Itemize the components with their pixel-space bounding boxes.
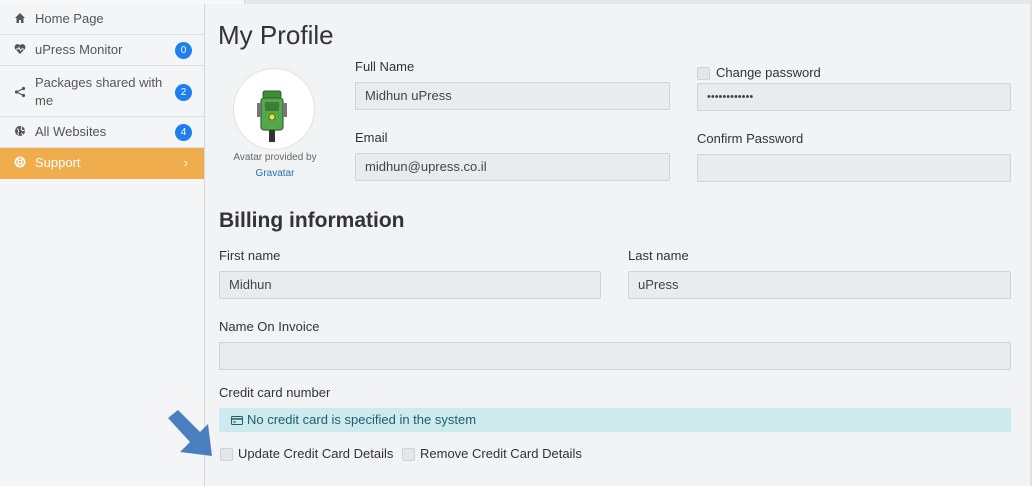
change-password-label: Change password (716, 65, 821, 80)
sidebar-item-label: Packages shared with me (35, 75, 163, 108)
last-name-field[interactable]: uPress (628, 271, 1011, 299)
globe-icon (15, 126, 25, 136)
sidebar-item-label: Home Page (35, 11, 104, 26)
invoice-name-field[interactable] (219, 342, 1011, 370)
full-name-field[interactable]: Midhun uPress (355, 82, 670, 110)
first-name-label: First name (219, 248, 281, 263)
annotation-arrow-icon (168, 410, 212, 456)
count-badge: 0 (175, 42, 192, 59)
avatar (233, 68, 315, 150)
sidebar-item-monitor[interactable]: uPress Monitor 0 (0, 35, 204, 66)
sidebar-item-support[interactable]: Support › (0, 148, 204, 179)
full-name-label: Full Name (355, 59, 415, 74)
robot-avatar-icon (257, 90, 287, 142)
gravatar-link[interactable]: Gravatar (220, 168, 330, 179)
chevron-right-icon: › (183, 155, 188, 170)
change-password-checkbox[interactable] (697, 67, 710, 80)
lifebuoy-icon (14, 156, 26, 168)
heart-pulse-icon (14, 44, 26, 54)
update-card-label: Update Credit Card Details (238, 446, 394, 461)
sidebar-item-label: All Websites (35, 124, 107, 139)
credit-card-label: Credit card number (219, 385, 331, 400)
credit-card-icon (231, 416, 243, 426)
remove-card-checkbox[interactable] (402, 448, 415, 461)
confirm-password-label: Confirm Password (697, 131, 804, 146)
sidebar-item-home[interactable]: Home Page (0, 4, 204, 35)
count-badge: 4 (175, 124, 192, 141)
last-name-label: Last name (628, 248, 689, 263)
alert-text: No credit card is specified in the syste… (247, 412, 477, 427)
billing-section-title: Billing information (219, 209, 405, 232)
confirm-password-field[interactable] (697, 154, 1011, 182)
no-credit-card-alert: No credit card is specified in the syste… (219, 408, 1011, 432)
share-icon (14, 86, 26, 98)
count-badge: 2 (175, 84, 192, 101)
first-name-field[interactable]: Midhun (219, 271, 601, 299)
avatar-caption: Avatar provided by (233, 152, 317, 163)
password-field[interactable]: •••••••••••• (697, 83, 1011, 111)
email-field[interactable]: midhun@upress.co.il (355, 153, 670, 181)
page-title: My Profile (218, 20, 334, 50)
main-content: My Profile Avatar provided by Gravatar F… (205, 4, 1032, 486)
email-label: Email (355, 130, 388, 145)
remove-card-label: Remove Credit Card Details (420, 446, 582, 461)
home-icon (15, 13, 25, 23)
sidebar-item-shared-packages[interactable]: Packages shared with me 2 (0, 66, 204, 117)
update-card-checkbox[interactable] (220, 448, 233, 461)
sidebar-item-label: uPress Monitor (35, 42, 123, 57)
invoice-name-label: Name On Invoice (219, 319, 320, 334)
sidebar-item-all-websites[interactable]: All Websites 4 (0, 117, 204, 148)
sidebar-item-label: Support (35, 155, 81, 170)
